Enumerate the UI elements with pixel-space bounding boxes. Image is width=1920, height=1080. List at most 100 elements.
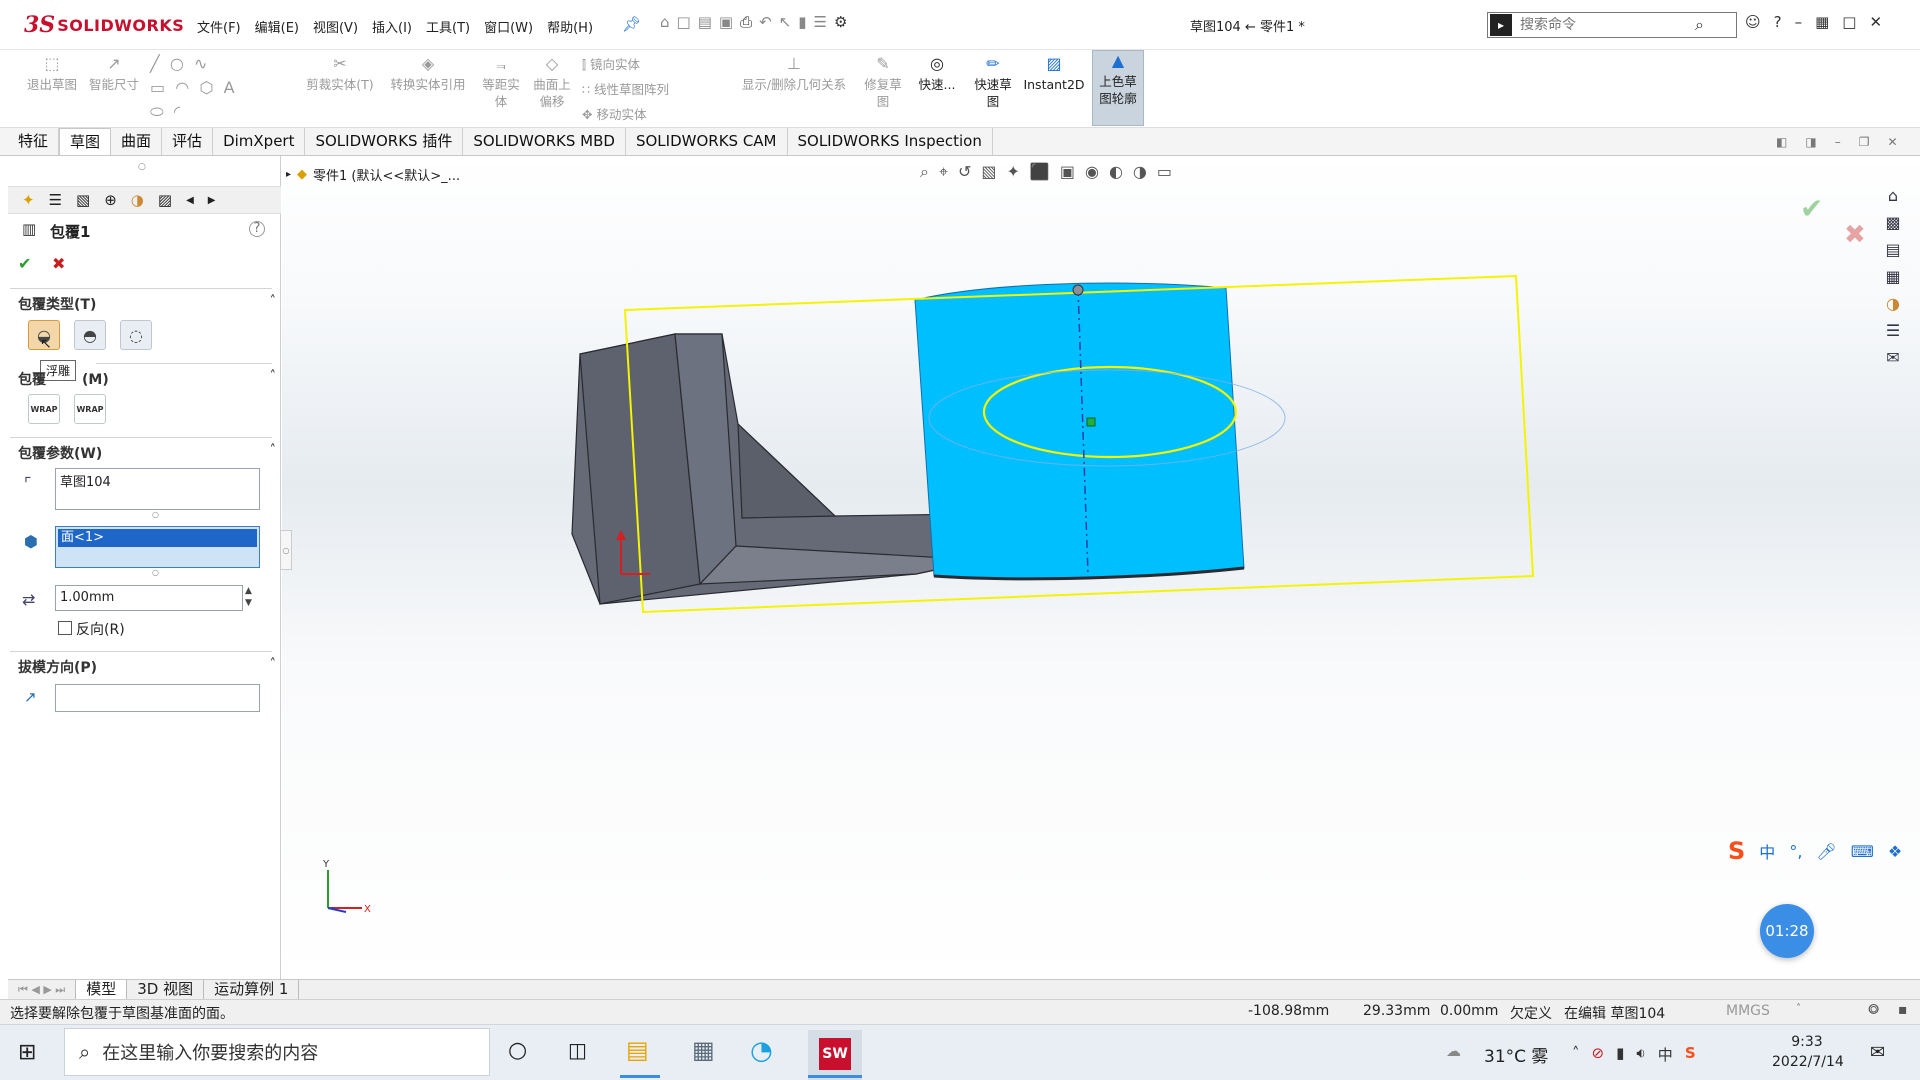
offset-entities-button[interactable]: ⫬ 等距实体	[476, 54, 526, 110]
menu-window[interactable]: 窗口(W)	[477, 17, 540, 36]
linear-pattern-button[interactable]: ∷ 线性草图阵列	[582, 77, 722, 102]
tabs-left-icon[interactable]: ◀	[186, 195, 194, 206]
file-explorer-taskbar-icon[interactable]: ▤	[626, 1036, 649, 1064]
cam-manager-icon[interactable]: ▨	[158, 191, 172, 209]
weather-text[interactable]: 31°C 雾	[1484, 1042, 1548, 1067]
tab-evaluate[interactable]: 评估	[162, 128, 214, 155]
help-question-icon[interactable]: ?	[249, 221, 265, 237]
ime-language[interactable]: 中	[1759, 839, 1775, 863]
move-entities-button[interactable]: ✥ 移动实体	[582, 102, 722, 127]
pull-direction-header[interactable]: 拔模方向(P) ˄	[18, 657, 280, 679]
clock[interactable]: 9:33 2022/7/14	[1772, 1032, 1844, 1072]
weather-cloud-icon[interactable]: ☁	[1446, 1042, 1461, 1060]
tab-model[interactable]: 模型	[76, 980, 128, 999]
smart-dimension-button[interactable]: ↗ 智能尺寸	[84, 54, 144, 93]
tab-cam[interactable]: SOLIDWORKS CAM	[626, 128, 788, 155]
face-selection-list[interactable]: 面<1>	[55, 526, 260, 568]
menu-view[interactable]: 视图(V)	[306, 17, 365, 36]
solidworks-taskbar-button[interactable]: SW	[808, 1030, 862, 1080]
splitter-handle[interactable]: ○	[138, 162, 146, 172]
unit-system[interactable]: MMGS	[1726, 1003, 1770, 1019]
wrap-parameters-header[interactable]: 包覆参数(W) ˄	[18, 443, 280, 465]
deboss-button[interactable]: ◓	[74, 320, 106, 350]
text-icon[interactable]: A	[224, 78, 235, 97]
open-folder-icon[interactable]: ▤	[698, 13, 712, 31]
source-sketch-field[interactable]: 草图104	[55, 468, 260, 510]
instant2d-button[interactable]: ▨ Instant2D	[1022, 54, 1086, 93]
volume-icon[interactable]: 🔉︎	[1636, 1044, 1645, 1065]
appearances-icon[interactable]: ◑	[1886, 294, 1900, 313]
rebuild-status-icon[interactable]: ⭗	[1868, 1002, 1879, 1018]
search-commands[interactable]: ▸ ⌕	[1487, 12, 1737, 38]
pull-direction-field[interactable]	[55, 684, 260, 712]
menu-tools[interactable]: 工具(T)	[419, 17, 477, 36]
menu-edit[interactable]: 编辑(E)	[248, 17, 306, 36]
menu-help[interactable]: 帮助(H)	[540, 17, 600, 36]
panel-splitter[interactable]: ○	[280, 530, 292, 570]
toolbox-icon[interactable]: ❖	[1888, 842, 1902, 861]
collapse-chevron-icon[interactable]: ˄	[270, 657, 277, 672]
collapse-chevron-icon[interactable]: ˄	[270, 369, 277, 384]
expand-icon[interactable]: ◨	[1805, 135, 1816, 149]
scribe-button[interactable]: ◌	[120, 320, 152, 350]
cancel-x-icon[interactable]: ✖	[52, 254, 65, 273]
menu-file[interactable]: 文件(F)	[190, 17, 248, 36]
quick-snaps-button[interactable]: ◎ 快速...	[912, 54, 962, 93]
maximize-icon[interactable]: □	[1842, 13, 1856, 31]
arc-icon[interactable]: ◠	[175, 78, 189, 97]
taskbar-search[interactable]: ⌕ 在这里输入你要搜索的内容	[64, 1028, 490, 1076]
wrap-type-header[interactable]: 包覆类型(T) ˄	[18, 294, 280, 316]
rectangle-icon[interactable]: ▭	[150, 78, 165, 97]
confirm-ok-icon[interactable]: ✔	[1800, 192, 1823, 225]
convert-entities-button[interactable]: ◈ 转换实体引用	[382, 54, 474, 93]
windows-start-icon[interactable]: ⊞	[18, 1040, 36, 1065]
user-icon[interactable]: ☺	[1745, 13, 1761, 31]
sogou-tray-icon[interactable]: S	[1685, 1044, 1696, 1065]
feature-manager-icon[interactable]: ✦	[22, 191, 35, 209]
forum-icon[interactable]: ✉	[1886, 348, 1899, 367]
offset-on-surface-button[interactable]: ◇ 曲面上偏移	[528, 54, 576, 110]
spline-surface-method-button[interactable]: WRAP	[74, 394, 106, 424]
help-icon[interactable]: ?	[1774, 13, 1782, 31]
viewport-restore-icon[interactable]: ❐	[1859, 135, 1870, 149]
tab-sketch[interactable]: 草图	[59, 128, 112, 155]
network-blocked-icon[interactable]: ⊘	[1592, 1044, 1605, 1065]
thickness-spinner[interactable]: ▲ ▼	[245, 585, 252, 609]
display-manager-icon[interactable]: ◑	[131, 191, 144, 209]
sketch-point[interactable]	[1072, 284, 1084, 296]
tab-motion-study[interactable]: 运动算例 1	[204, 980, 300, 999]
recording-timer[interactable]: 01:28	[1760, 904, 1814, 958]
custom-properties-icon[interactable]: ☰	[1886, 321, 1900, 340]
microphone-icon[interactable]: 🎤︎	[1816, 842, 1836, 861]
units-chevron-icon[interactable]: ˄	[1796, 1003, 1801, 1014]
analytical-method-button[interactable]: WRAP	[28, 394, 60, 424]
rapid-sketch-button[interactable]: ✏ 快速草图	[968, 54, 1018, 110]
pin-icon[interactable]: 📌︎	[622, 15, 641, 33]
menu-insert[interactable]: 插入(I)	[365, 17, 419, 36]
repair-sketch-button[interactable]: ✎ 修复草图	[858, 54, 908, 110]
circle-icon[interactable]: ○	[170, 54, 184, 73]
show-relations-button[interactable]: ⊥ 显示/删除几何关系	[732, 54, 856, 93]
home-icon[interactable]: ⌂	[660, 13, 670, 31]
calculator-icon[interactable]: ▦	[692, 1036, 715, 1064]
tab-features[interactable]: 特征	[8, 128, 60, 155]
mirror-entities-button[interactable]: ⫿ 镜向实体	[582, 52, 722, 77]
resize-handle[interactable]: ○	[152, 510, 159, 519]
tab-surfaces[interactable]: 曲面	[111, 128, 163, 155]
configuration-manager-icon[interactable]: ▧	[76, 191, 90, 209]
design-library-icon[interactable]: ▩	[1885, 213, 1900, 232]
tab-inspection[interactable]: SOLIDWORKS Inspection	[788, 128, 993, 155]
selected-face-item[interactable]: 面<1>	[58, 529, 257, 547]
slot-icon[interactable]: ⬭	[150, 102, 164, 121]
keyboard-icon[interactable]: ⌨	[1851, 842, 1874, 861]
wrap-method-header[interactable]: 包覆 (M) ˄	[18, 369, 280, 391]
line-icon[interactable]: ╱	[150, 54, 160, 73]
exit-sketch-button[interactable]: ⬚ 退出草图	[22, 54, 82, 93]
rebuild-icon[interactable]: ▮	[798, 13, 806, 31]
ok-checkmark-icon[interactable]: ✔	[18, 254, 31, 273]
punctuation-icon[interactable]: °,	[1789, 842, 1802, 861]
tab-dimxpert[interactable]: DimXpert	[213, 128, 306, 155]
edge-browser-icon[interactable]: ◔	[750, 1036, 773, 1066]
save-icon[interactable]: ▣	[719, 13, 733, 31]
file-properties-icon[interactable]: ☰	[814, 13, 827, 31]
